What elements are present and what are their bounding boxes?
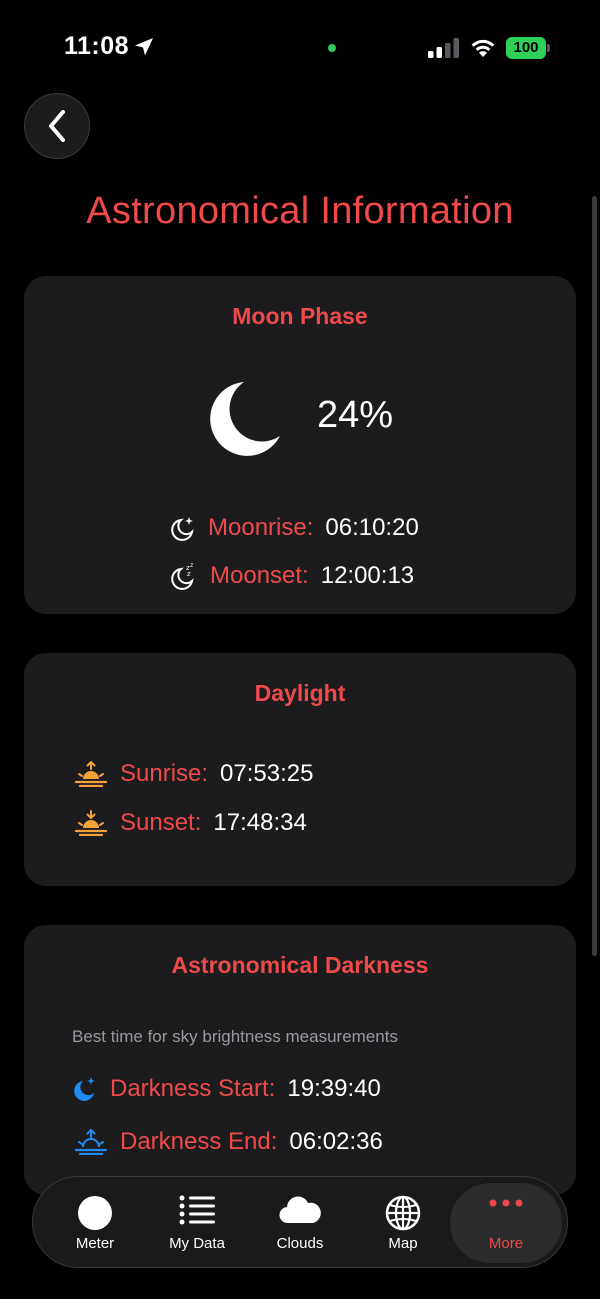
tab-meter-label: Meter: [75, 1235, 115, 1252]
moon-phase-card: Moon Phase 24% Moonrise: 06:10:20 z z z …: [24, 276, 576, 614]
sunrise-row: Sunrise: 07:53:25: [74, 760, 313, 788]
camera-indicator-dot: [328, 44, 336, 52]
tab-clouds-label: Clouds: [276, 1235, 324, 1252]
svg-text:z: z: [187, 570, 191, 578]
cellular-signal-icon: [428, 38, 459, 58]
darkness-end-sunrise-icon: [74, 1129, 108, 1155]
astronomical-darkness-card: Astronomical Darkness Best time for sky …: [24, 925, 576, 1195]
moonset-icon: z z z: [171, 562, 194, 590]
darkness-end-row: Darkness End: 06:02:36: [74, 1128, 383, 1156]
tab-bar: Meter My Data Clouds Map More: [32, 1176, 568, 1268]
darkness-start-label: Darkness Start:: [110, 1075, 276, 1102]
sunrise-icon: [74, 761, 108, 787]
tab-more-label: More: [488, 1235, 524, 1252]
scrollbar[interactable]: [592, 196, 597, 956]
globe-icon: [385, 1195, 421, 1231]
chevron-left-icon: [49, 110, 65, 142]
moon-phase-title: Moon Phase: [232, 303, 368, 329]
darkness-start-moon-icon: [74, 1077, 95, 1101]
wifi-icon: [471, 39, 495, 57]
tab-my-data[interactable]: My Data: [147, 1177, 247, 1269]
astronomical-darkness-subtitle: Best time for sky brightness measurement…: [72, 1027, 398, 1046]
tab-map-label: Map: [388, 1235, 418, 1252]
tab-my-data-label: My Data: [169, 1235, 225, 1252]
moon-illumination-percent: 24%: [317, 394, 394, 436]
page-title: Astronomical Information: [86, 190, 514, 232]
tab-meter[interactable]: Meter: [45, 1177, 145, 1269]
sunset-icon: [74, 810, 108, 836]
moonset-row: z z z Moonset: 12:00:13: [170, 562, 414, 590]
tab-more[interactable]: More: [450, 1183, 562, 1263]
back-button[interactable]: [24, 93, 90, 159]
sunrise-value: 07:53:25: [220, 760, 314, 787]
darkness-start-row: Darkness Start: 19:39:40: [72, 1075, 381, 1103]
astronomical-darkness-title: Astronomical Darkness: [171, 952, 429, 978]
daylight-title: Daylight: [254, 680, 346, 706]
darkness-end-label: Darkness End:: [120, 1128, 278, 1155]
moonrise-row: Moonrise: 06:10:20: [170, 514, 419, 542]
tab-map[interactable]: Map: [353, 1177, 453, 1269]
battery-cap: [547, 44, 550, 52]
moonrise-value: 06:10:20: [325, 514, 419, 541]
daylight-card: Daylight Sunrise: 07:53:25 Sunset: 17:48…: [24, 653, 576, 886]
tab-clouds[interactable]: Clouds: [250, 1177, 350, 1269]
sunset-label: Sunset:: [120, 809, 202, 836]
status-bar: 11:08 100: [0, 0, 600, 96]
location-arrow-icon: [135, 38, 153, 56]
moonrise-icon: [171, 517, 194, 541]
sunset-value: 17:48:34: [213, 809, 307, 836]
more-dots-icon: [489, 1199, 523, 1207]
cloud-icon: [279, 1196, 321, 1224]
moonset-value: 12:00:13: [320, 562, 415, 589]
sunrise-label: Sunrise:: [120, 760, 209, 787]
battery-indicator: 100: [506, 37, 546, 59]
svg-text:z: z: [190, 562, 193, 569]
circle-icon: [78, 1196, 112, 1230]
status-time: 11:08: [64, 32, 130, 60]
sunset-row: Sunset: 17:48:34: [74, 809, 307, 837]
screen: 11:08 100 Astronomical Information Moon …: [0, 0, 600, 1299]
list-icon: [179, 1195, 215, 1225]
moonrise-label: Moonrise:: [208, 514, 314, 541]
moonset-label: Moonset:: [210, 562, 309, 589]
darkness-end-value: 06:02:36: [289, 1128, 383, 1155]
crescent-moon-icon: [210, 382, 280, 456]
darkness-start-value: 19:39:40: [287, 1075, 381, 1102]
